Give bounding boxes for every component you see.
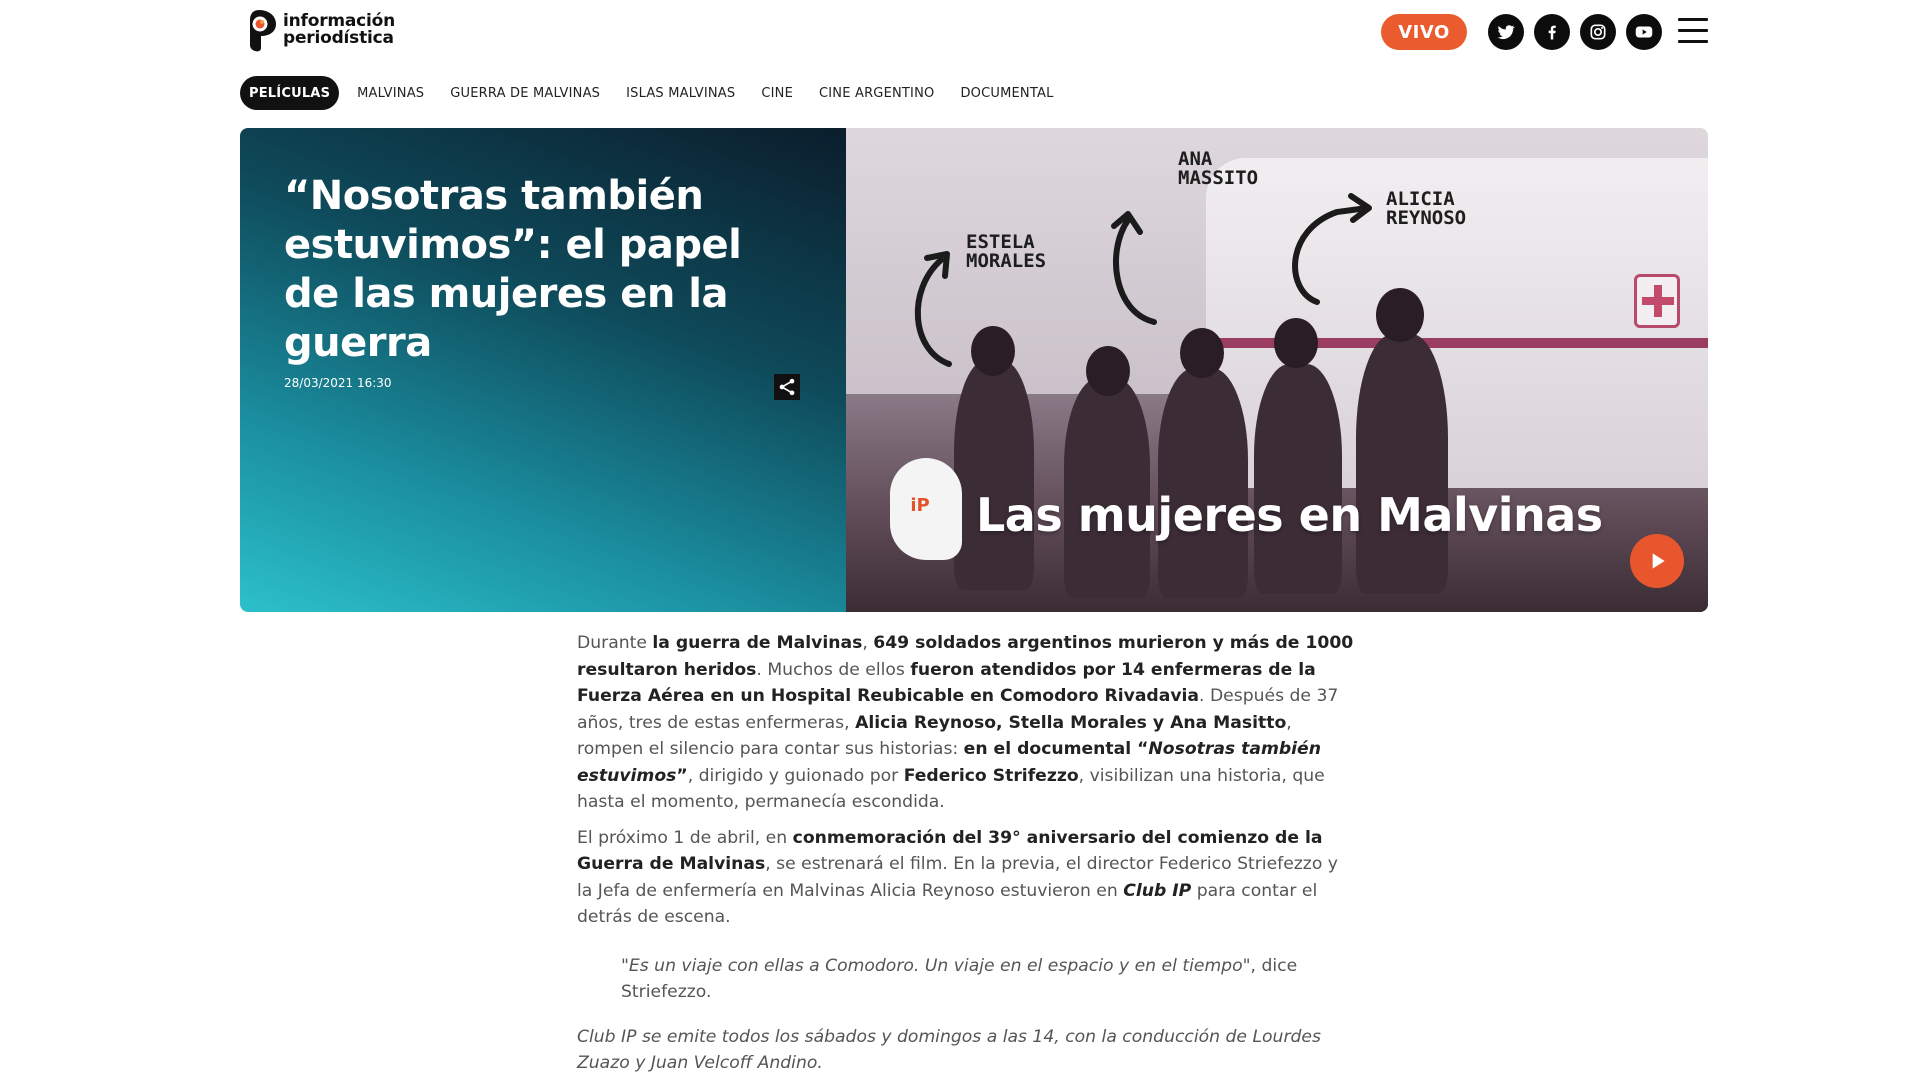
curved-arrow-icon <box>1111 211 1157 325</box>
site-header: información periodística VIVO <box>240 0 1708 64</box>
tag-islas-malvinas[interactable]: ISLAS MALVINAS <box>613 76 748 110</box>
video-thumbnail[interactable]: ESTELA MORALES ANA MASSITO ALICIA REYNOS… <box>846 128 1708 612</box>
play-button[interactable] <box>1630 534 1684 588</box>
nurse-figure <box>1356 334 1448 594</box>
tag-nav: PELÍCULAS MALVINAS GUERRA DE MALVINAS IS… <box>240 76 1067 110</box>
nurse-figure <box>1254 364 1342 594</box>
article-title: “Nosotras también estuvimos”: el papel d… <box>284 173 742 366</box>
share-icon[interactable] <box>774 374 800 400</box>
tag-malvinas[interactable]: MALVINAS <box>344 76 437 110</box>
logo-text: información periodística <box>283 13 395 47</box>
red-cross-icon <box>1634 274 1680 328</box>
play-icon <box>1652 553 1665 569</box>
site-logo[interactable]: información periodística <box>245 8 395 52</box>
nurse-figure <box>954 360 1034 590</box>
logo-icon <box>250 10 276 52</box>
curved-arrow-icon <box>1292 193 1372 305</box>
article-paragraph-1: Durante la guerra de Malvinas, 649 solda… <box>577 630 1357 816</box>
nurse-figure <box>1158 368 1248 598</box>
bold-text-segment: Club IP <box>1123 880 1192 901</box>
instagram-icon[interactable] <box>1580 14 1616 50</box>
twitter-icon[interactable] <box>1488 14 1524 50</box>
ip-logo-badge: iP <box>890 458 962 560</box>
text-segment: , <box>862 633 874 653</box>
tag-guerra-de-malvinas[interactable]: GUERRA DE MALVINAS <box>437 76 613 110</box>
article-body: Durante la guerra de Malvinas, 649 solda… <box>577 630 1357 1080</box>
bold-text-segment: ” <box>676 765 688 786</box>
ip-badge-label: iP <box>910 494 930 516</box>
tag-documental[interactable]: DOCUMENTAL <box>947 76 1066 110</box>
bold-text-segment: la guerra de Malvinas <box>652 633 863 653</box>
video-overlay-title: Las mujeres en Malvinas <box>976 488 1603 542</box>
article-paragraph-2: El próximo 1 de abril, en conmemoración … <box>577 825 1357 931</box>
logo-line-2: periodística <box>283 28 394 48</box>
text-segment: , dirigido y guionado por <box>687 765 904 786</box>
hero-text-panel: “Nosotras también estuvimos”: el papel d… <box>240 128 846 612</box>
bold-text-segment: en el documental “ <box>963 739 1149 759</box>
youtube-icon[interactable] <box>1626 14 1662 50</box>
facebook-icon[interactable] <box>1534 14 1570 50</box>
tag-cine[interactable]: CINE <box>748 76 806 110</box>
tag-peliculas[interactable]: PELÍCULAS <box>240 76 340 110</box>
article-quote: "Es un viaje con ellas a Comodoro. Un vi… <box>621 953 1357 1006</box>
hamburger-menu-icon[interactable] <box>1678 18 1708 44</box>
vivo-button[interactable]: VIVO <box>1381 14 1467 50</box>
article-date: 28/03/2021 16:30 <box>284 376 392 390</box>
photo-label-alicia: ALICIA REYNOSO <box>1386 188 1467 229</box>
photo-label-ana: ANA MASSITO <box>1178 148 1259 189</box>
hero-banner: “Nosotras también estuvimos”: el papel d… <box>240 128 1708 612</box>
text-segment: Durante <box>577 633 653 653</box>
text-segment: El próximo 1 de abril, en <box>577 827 793 848</box>
article-outro: Club IP se emite todos los sábados y dom… <box>577 1026 1321 1074</box>
quote-text: "Es un viaje con ellas a Comodoro. Un vi… <box>621 955 1251 976</box>
text-segment: . Muchos de ellos <box>756 659 911 680</box>
curved-arrow-icon <box>914 251 952 367</box>
tag-cine-argentino[interactable]: CINE ARGENTINO <box>806 76 947 110</box>
bold-text-segment: Federico Strifezzo <box>903 765 1079 786</box>
bold-text-segment: Alicia Reynoso, Stella Morales y Ana Mas… <box>855 712 1287 733</box>
